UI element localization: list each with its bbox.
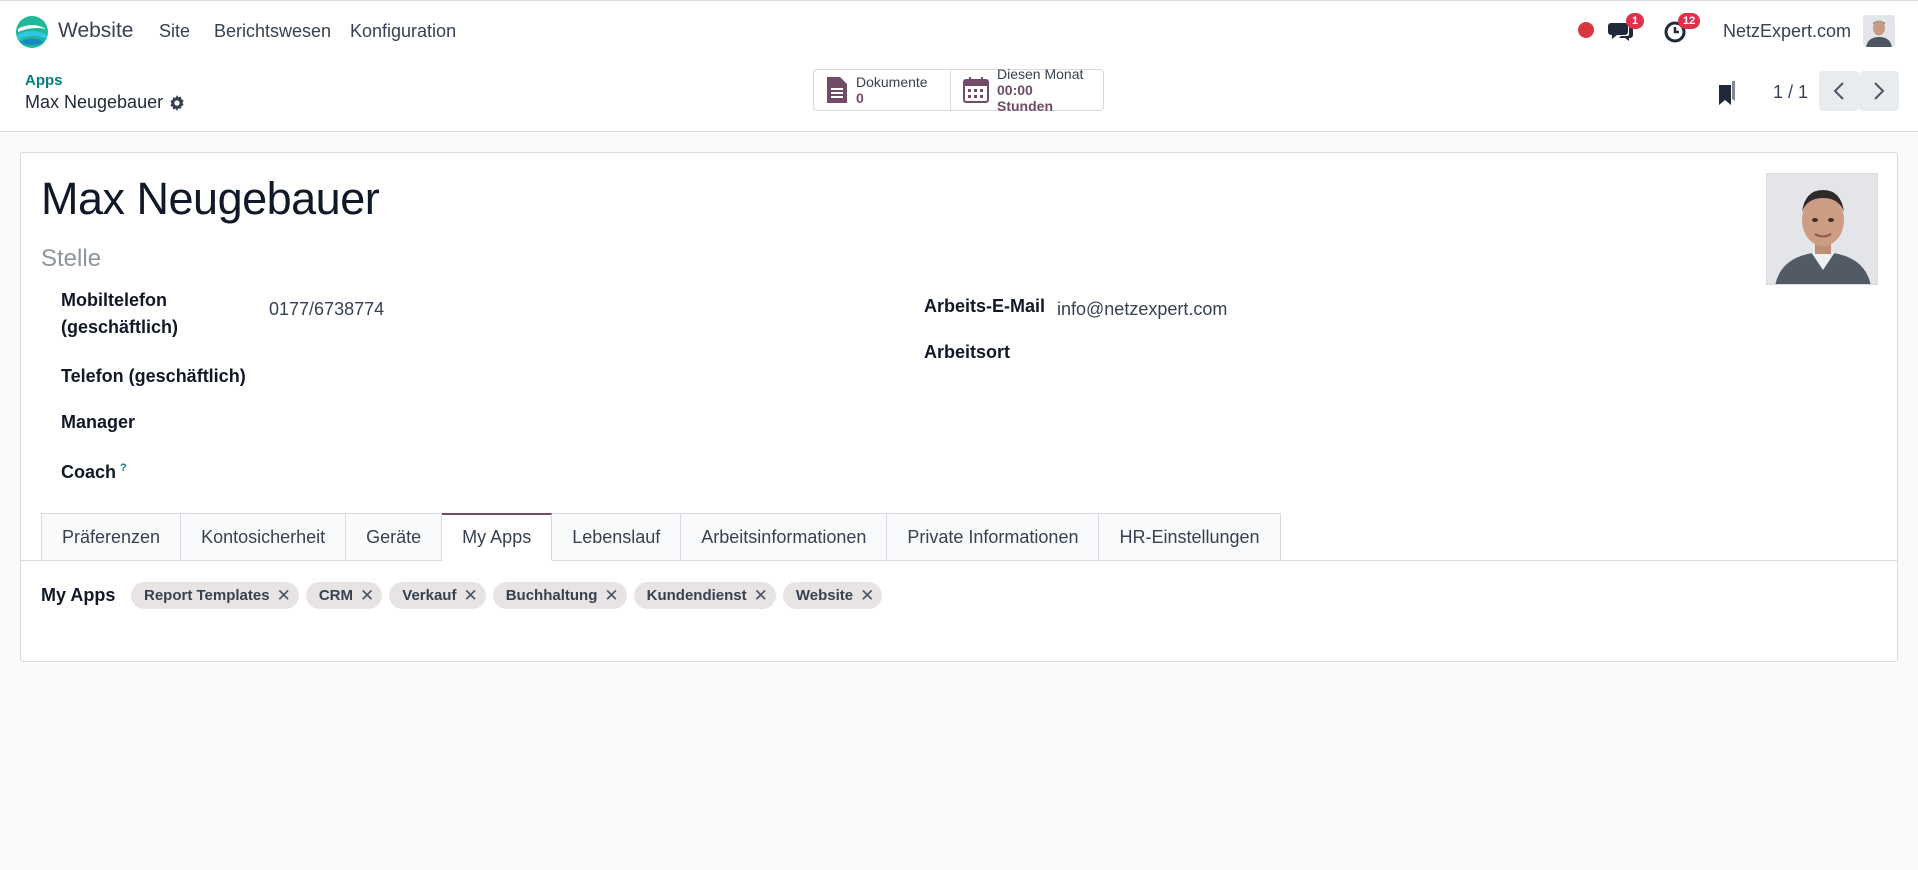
calendar-icon: [963, 77, 989, 103]
messages-badge: 1: [1626, 13, 1644, 29]
my-apps-tags[interactable]: Report Templates ✕ CRM ✕ Verkauf ✕ Buchhalt…: [131, 582, 883, 609]
documents-label: Dokumente: [856, 74, 928, 90]
tag-label: Website: [795, 587, 854, 604]
coach-label: Coach?: [61, 455, 127, 486]
mobile-phone-label: Mobiltelefon (geschäftlich): [61, 287, 178, 341]
status-dot-icon[interactable]: [1578, 22, 1594, 38]
this-month-label: Diesen Monat: [997, 66, 1084, 82]
tab-praeferenzen[interactable]: Präferenzen: [41, 513, 182, 561]
company-switcher[interactable]: NetzExpert.com: [1723, 21, 1851, 42]
employee-form-sheet: Max Neugebauer Stelle Mobiltelefon (gesc…: [20, 152, 1898, 662]
tab-kontosicherheit[interactable]: Kontosicherheit: [181, 513, 347, 561]
mobile-phone-label-line1: Mobiltelefon: [61, 290, 167, 310]
tag-verkauf: Verkauf ✕: [389, 582, 486, 609]
work-email-field[interactable]: info@netzexpert.com: [1057, 299, 1227, 320]
tag-label: Buchhaltung: [505, 587, 598, 604]
tab-hr-einstellungen[interactable]: HR-Einstellungen: [1099, 513, 1281, 561]
remove-tag-icon[interactable]: ✕: [277, 587, 291, 604]
document-icon: [827, 77, 847, 103]
tag-crm: CRM ✕: [305, 582, 383, 609]
tab-arbeitsinformationen[interactable]: Arbeitsinformationen: [681, 513, 888, 561]
tab-lebenslauf[interactable]: Lebenslauf: [552, 513, 682, 561]
coach-label-text: Coach: [61, 462, 117, 482]
coach-field[interactable]: [269, 457, 869, 481]
notebook-tabs: Präferenzen Kontosicherheit Geräte My Ap…: [41, 513, 1281, 561]
breadcrumb-current: Max Neugebauer: [25, 92, 185, 113]
documents-count: 0: [856, 90, 864, 106]
gear-icon[interactable]: [169, 94, 185, 111]
record-title: Max Neugebauer: [25, 92, 164, 112]
tag-kundendienst: Kundendienst ✕: [633, 582, 776, 609]
tab-geraete[interactable]: Geräte: [346, 513, 443, 561]
pager-previous-button[interactable]: [1819, 71, 1859, 111]
work-location-label: Arbeitsort: [924, 342, 1011, 362]
work-email-label: Arbeits-E-Mail: [924, 296, 1046, 316]
work-phone-field[interactable]: [269, 365, 869, 389]
app-name[interactable]: Website: [58, 19, 133, 43]
tag-label: Kundendienst: [646, 587, 747, 604]
menu-konfiguration[interactable]: Konfiguration: [350, 21, 456, 42]
employee-name-field[interactable]: Max Neugebauer: [41, 173, 380, 225]
tag-label: Verkauf: [402, 587, 457, 604]
tag-label: CRM: [318, 587, 354, 604]
top-navbar: Website Site Berichtswesen Konfiguration…: [0, 0, 1918, 62]
tag-website: Website ✕: [782, 582, 883, 609]
work-phone-label: Telefon (geschäftlich): [61, 366, 246, 386]
remove-tag-icon[interactable]: ✕: [463, 587, 477, 604]
mobile-phone-label-line2: (geschäftlich): [61, 317, 179, 337]
tag-label: Report Templates: [144, 587, 270, 604]
remove-tag-icon[interactable]: ✕: [360, 587, 374, 604]
job-title-field[interactable]: Stelle: [41, 245, 101, 273]
remove-tag-icon[interactable]: ✕: [754, 587, 768, 604]
activities-button[interactable]: 12: [1662, 13, 1701, 47]
mobile-phone-field[interactable]: 0177/6738774: [269, 299, 384, 320]
manager-label: Manager: [61, 412, 136, 432]
remove-tag-icon[interactable]: ✕: [860, 587, 874, 604]
my-apps-label: My Apps: [41, 585, 116, 605]
menu-berichtswesen[interactable]: Berichtswesen: [214, 21, 331, 42]
remove-tag-icon[interactable]: ✕: [604, 587, 618, 604]
messages-button[interactable]: 1: [1607, 13, 1644, 47]
bookmark-icon[interactable]: [1717, 80, 1737, 106]
user-photo-icon: [1863, 15, 1895, 47]
menu-site[interactable]: Site: [159, 21, 190, 42]
manager-field[interactable]: [269, 411, 869, 435]
employee-photo[interactable]: [1766, 173, 1878, 285]
activities-badge: 12: [1678, 13, 1701, 29]
coach-help-icon[interactable]: ?: [120, 462, 127, 474]
user-avatar[interactable]: [1863, 15, 1895, 47]
pager-value: 1 / 1: [1773, 82, 1809, 102]
smart-buttons: Dokumente 0 Diesen Monat 00:00 Stunden: [813, 66, 1104, 114]
app-logo-icon[interactable]: [15, 15, 49, 49]
chevron-left-icon: [1833, 82, 1844, 100]
chevron-right-icon: [1874, 82, 1885, 100]
control-panel: Apps Max Neugebauer Dokumente 0 Diesen M…: [0, 62, 1918, 132]
this-month-smart-button[interactable]: Diesen Monat 00:00 Stunden: [951, 66, 1104, 114]
tag-buchhaltung: Buchhaltung ✕: [492, 582, 627, 609]
employee-portrait-icon: [1767, 174, 1877, 284]
work-location-field[interactable]: [1057, 341, 1657, 365]
pager-next-button[interactable]: [1859, 71, 1899, 111]
tab-my-apps[interactable]: My Apps: [442, 513, 553, 561]
tag-report-templates: Report Templates ✕: [131, 582, 299, 609]
documents-smart-button[interactable]: Dokumente 0: [813, 69, 951, 111]
breadcrumb-apps[interactable]: Apps: [25, 72, 63, 89]
this-month-hours: 00:00 Stunden: [997, 82, 1053, 114]
tab-private-informationen[interactable]: Private Informationen: [887, 513, 1100, 561]
